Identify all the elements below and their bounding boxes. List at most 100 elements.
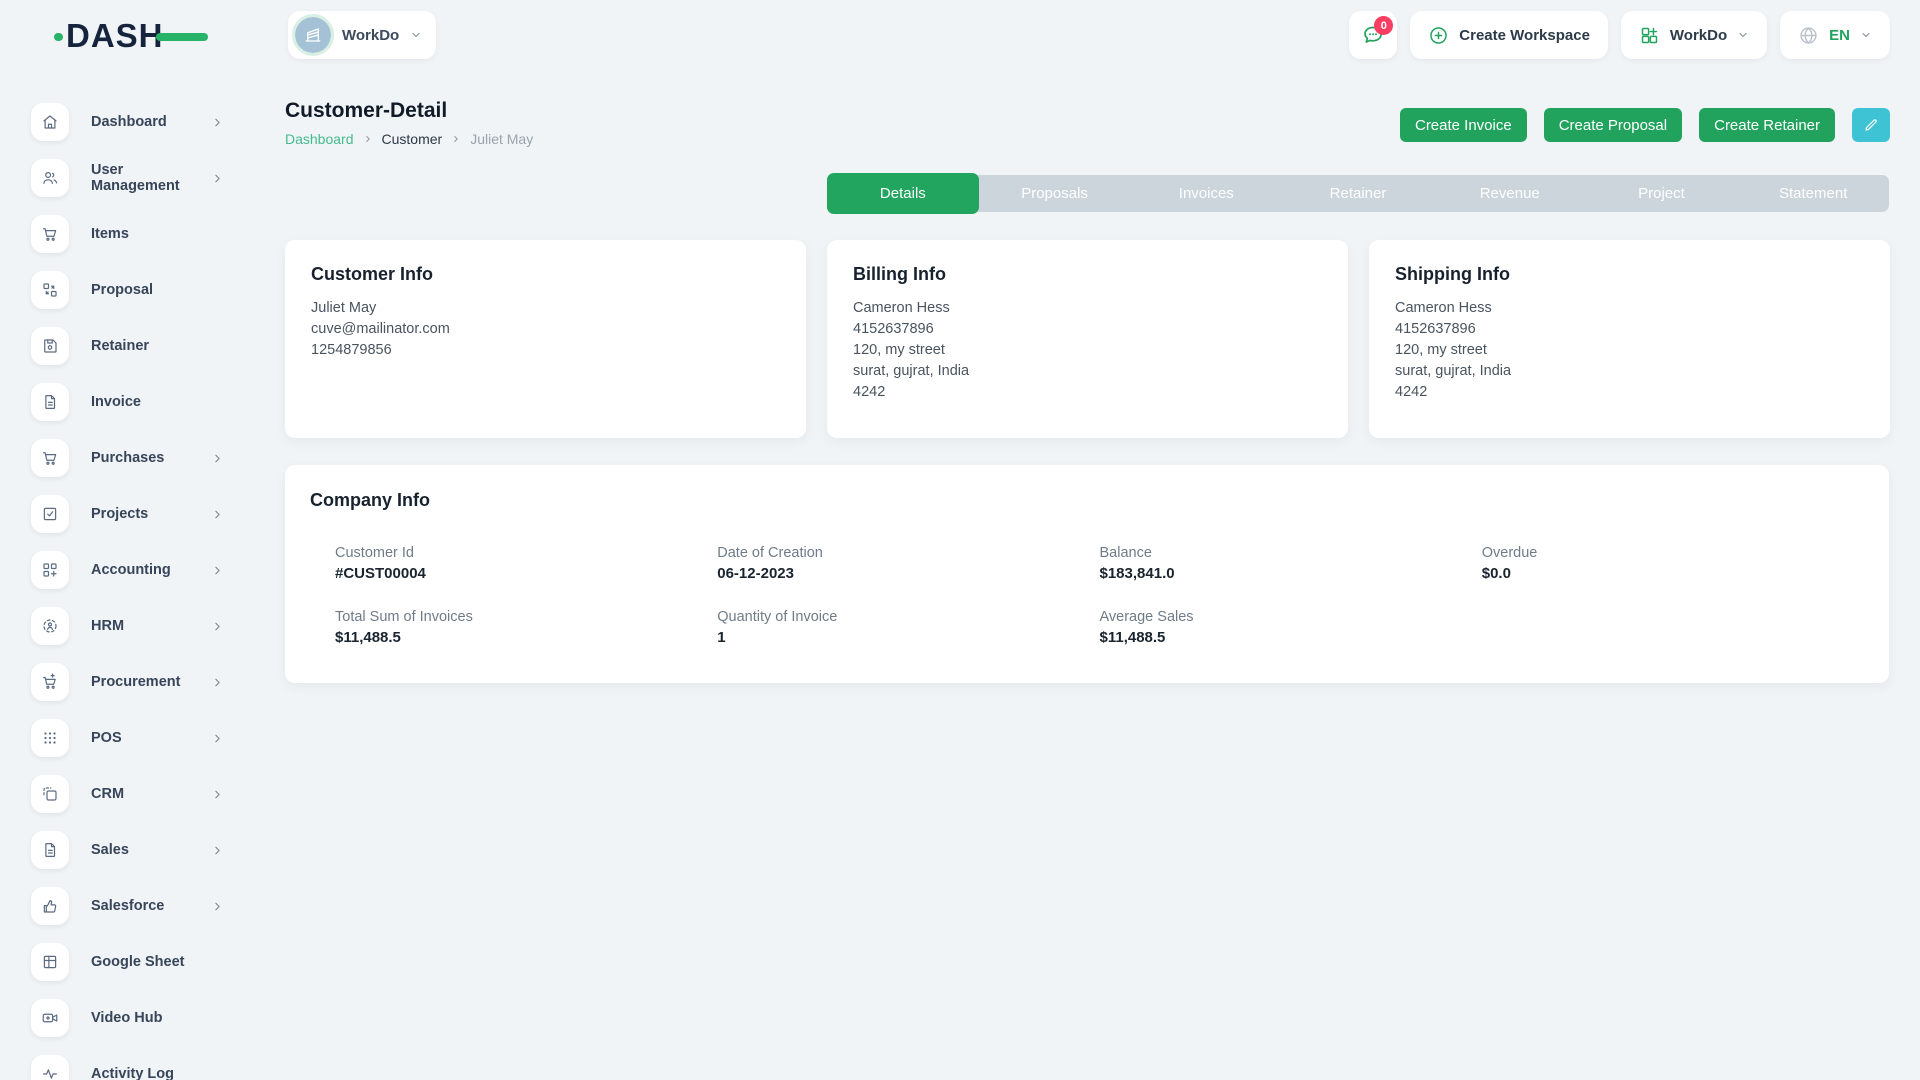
check-square-icon [41, 505, 59, 523]
sidebar-item-label: Sales [91, 842, 129, 858]
sidebar-item-label: Dashboard [91, 114, 167, 130]
billing-zip: 4242 [853, 382, 1322, 403]
chevron-right-icon [211, 676, 224, 689]
detail-tabs: Details Proposals Invoices Retainer Reve… [827, 175, 1889, 212]
tab-details[interactable]: Details [827, 173, 979, 214]
chevron-right-icon [211, 564, 224, 577]
sidebar-item-label: Invoice [91, 394, 141, 410]
sidebar-item-user-management[interactable]: User Management [0, 150, 256, 206]
sidebar-item-google-sheet[interactable]: Google Sheet [0, 934, 256, 990]
chevron-right-icon [451, 134, 461, 144]
edit-customer-button[interactable] [1852, 108, 1890, 142]
topbar-actions: 0 Create Workspace WorkDo [1349, 11, 1890, 59]
sidebar-item-activity-log[interactable]: Activity Log [0, 1046, 256, 1080]
sidebar-item-procurement[interactable]: Procurement [0, 654, 256, 710]
shipping-zip: 4242 [1395, 382, 1864, 403]
cart-icon [41, 225, 59, 243]
workspace-selector-label: WorkDo [342, 27, 399, 44]
card-title: Billing Info [853, 264, 1322, 285]
video-camera-icon [41, 1009, 59, 1027]
grid-dots-icon [41, 729, 59, 747]
sidebar-item-video-hub[interactable]: Video Hub [0, 990, 256, 1046]
messages-button[interactable]: 0 [1349, 11, 1397, 59]
chevron-right-icon [211, 732, 224, 745]
sidebar-item-label: Accounting [91, 562, 171, 578]
field-average-sales: Average Sales $11,488.5 [1100, 609, 1482, 646]
grid-plus-icon [41, 561, 59, 579]
chevron-right-icon [211, 788, 224, 801]
tab-project[interactable]: Project [1586, 175, 1738, 212]
chevron-right-icon [211, 452, 224, 465]
sidebar-item-label: Proposal [91, 282, 153, 298]
users-icon [41, 169, 59, 187]
workspace-selector[interactable]: WorkDo [288, 11, 436, 59]
sidebar-item-label: Procurement [91, 674, 180, 690]
tab-retainer[interactable]: Retainer [1282, 175, 1434, 212]
workspace-avatar [295, 17, 331, 53]
shipping-street: 120, my street [1395, 340, 1864, 361]
sidebar-item-dashboard[interactable]: Dashboard [0, 94, 256, 150]
chevron-right-icon [211, 620, 224, 633]
chevron-down-icon [410, 29, 422, 41]
tab-revenue[interactable]: Revenue [1434, 175, 1586, 212]
sidebar-item-pos[interactable]: POS [0, 710, 256, 766]
card-title: Shipping Info [1395, 264, 1864, 285]
sidebar-item-label: Video Hub [91, 1010, 162, 1026]
document-icon [41, 841, 59, 859]
sidebar-item-purchases[interactable]: Purchases [0, 430, 256, 486]
app-dropdown-label: WorkDo [1670, 27, 1727, 44]
field-quantity-of-invoice: Quantity of Invoice 1 [717, 609, 1099, 646]
sidebar-item-retainer[interactable]: Retainer [0, 318, 256, 374]
sidebar-item-proposal[interactable]: Proposal [0, 262, 256, 318]
breadcrumb-customer-link[interactable]: Customer [382, 131, 443, 147]
cart-arrow-icon [41, 673, 59, 691]
company-info-card: Company Info Customer Id #CUST00004 Date… [285, 465, 1889, 683]
logo-dash-bar [156, 33, 208, 41]
sidebar-item-invoice[interactable]: Invoice [0, 374, 256, 430]
sidebar-item-label: Salesforce [91, 898, 164, 914]
sidebar-item-hrm[interactable]: HRM [0, 598, 256, 654]
dash-logo[interactable]: DASH [66, 18, 196, 54]
sidebar-item-label: CRM [91, 786, 124, 802]
create-workspace-button[interactable]: Create Workspace [1410, 11, 1608, 59]
sidebar: Dashboard User Management Items Proposal… [0, 70, 256, 1080]
field-customer-id: Customer Id #CUST00004 [335, 545, 717, 582]
top-bar: DASH WorkDo 0 [0, 0, 1920, 70]
chevron-right-icon [211, 116, 224, 129]
card-title: Customer Info [311, 264, 780, 285]
create-retainer-button[interactable]: Create Retainer [1699, 108, 1835, 142]
customer-email: cuve@mailinator.com [311, 319, 780, 340]
billing-name: Cameron Hess [853, 298, 1322, 319]
layers-icon [41, 785, 59, 803]
page-title: Customer-Detail [285, 99, 447, 123]
page-actions: Create Invoice Create Proposal Create Re… [1400, 108, 1890, 142]
language-dropdown[interactable]: EN [1780, 11, 1890, 59]
app-dropdown[interactable]: WorkDo [1621, 11, 1767, 59]
create-proposal-button[interactable]: Create Proposal [1544, 108, 1682, 142]
field-date-of-creation: Date of Creation 06-12-2023 [717, 545, 1099, 582]
sidebar-item-projects[interactable]: Projects [0, 486, 256, 542]
billing-city: surat, gujrat, India [853, 361, 1322, 382]
sidebar-item-label: Retainer [91, 338, 149, 354]
pencil-icon [1863, 117, 1879, 133]
cart-icon [41, 449, 59, 467]
chevron-down-icon [1860, 29, 1872, 41]
tab-proposals[interactable]: Proposals [979, 175, 1131, 212]
sidebar-item-crm[interactable]: CRM [0, 766, 256, 822]
card-title: Company Info [310, 490, 1864, 511]
sidebar-item-sales[interactable]: Sales [0, 822, 256, 878]
chevron-right-icon [211, 900, 224, 913]
billing-phone: 4152637896 [853, 319, 1322, 340]
sidebar-item-salesforce[interactable]: Salesforce [0, 878, 256, 934]
create-invoice-button[interactable]: Create Invoice [1400, 108, 1527, 142]
field-balance: Balance $183,841.0 [1100, 545, 1482, 582]
chevron-right-icon [363, 134, 373, 144]
tab-invoices[interactable]: Invoices [1130, 175, 1282, 212]
shipping-phone: 4152637896 [1395, 319, 1864, 340]
breadcrumb-dashboard-link[interactable]: Dashboard [285, 131, 354, 147]
tab-statement[interactable]: Statement [1737, 175, 1889, 212]
sidebar-item-items[interactable]: Items [0, 206, 256, 262]
logo-text: DASH [66, 17, 164, 54]
sidebar-item-label: POS [91, 730, 122, 746]
sidebar-item-accounting[interactable]: Accounting [0, 542, 256, 598]
